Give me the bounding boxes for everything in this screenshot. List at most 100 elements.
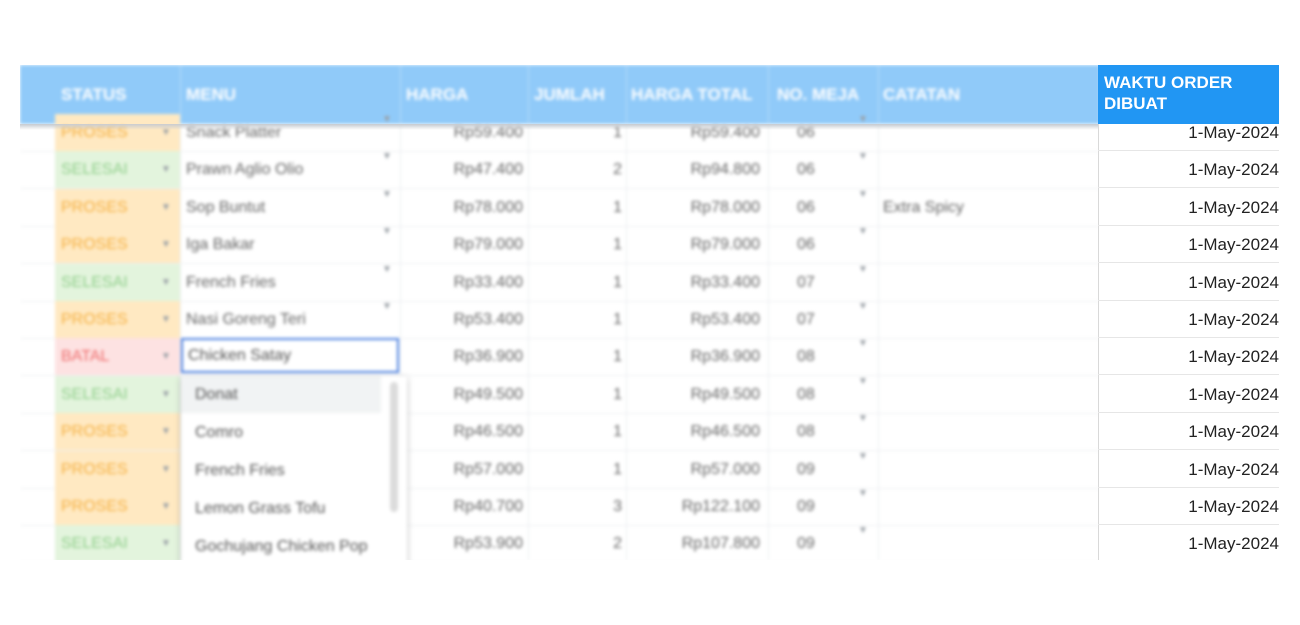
menu-cell[interactable]: Nasi Goreng Teri: [186, 301, 386, 338]
harga-cell[interactable]: Rp47.400: [406, 151, 523, 188]
harga-cell[interactable]: Rp46.500: [406, 413, 523, 450]
catatan-cell[interactable]: [883, 226, 1093, 263]
menu-cell[interactable]: Iga Bakar: [186, 226, 386, 263]
chevron-down-icon[interactable]: ▼: [161, 226, 171, 263]
jumlah-cell[interactable]: 1: [534, 189, 622, 226]
chevron-down-icon[interactable]: ▼: [161, 338, 171, 375]
catatan-cell[interactable]: [883, 151, 1093, 188]
chevron-down-icon[interactable]: ▼: [858, 338, 868, 349]
no-meja-cell[interactable]: 08: [797, 376, 857, 413]
status-dropdown[interactable]: PROSES ▼: [55, 188, 180, 226]
catatan-cell[interactable]: [883, 301, 1093, 338]
status-dropdown[interactable]: PROSES ▼: [55, 301, 180, 338]
status-dropdown[interactable]: PROSES ▼: [55, 114, 180, 151]
chevron-down-icon[interactable]: ▼: [382, 301, 392, 312]
no-meja-cell[interactable]: 08: [797, 338, 857, 375]
catatan-cell[interactable]: [883, 338, 1093, 375]
jumlah-cell[interactable]: 1: [534, 413, 622, 450]
chevron-down-icon[interactable]: ▼: [161, 376, 171, 413]
chevron-down-icon[interactable]: ▼: [161, 114, 171, 151]
no-meja-cell[interactable]: 09: [797, 488, 857, 525]
waktu-order-cell[interactable]: 1-May-2024: [1098, 151, 1279, 189]
harga-total-cell[interactable]: Rp49.500: [631, 376, 760, 413]
harga-cell[interactable]: Rp49.500: [406, 376, 523, 413]
no-meja-cell[interactable]: 06: [797, 151, 857, 188]
jumlah-cell[interactable]: 1: [534, 376, 622, 413]
no-meja-cell[interactable]: 06: [797, 189, 857, 226]
harga-total-cell[interactable]: Rp36.900: [631, 338, 760, 375]
harga-total-cell[interactable]: Rp107.800: [631, 525, 760, 560]
chevron-down-icon[interactable]: ▼: [858, 264, 868, 275]
catatan-cell[interactable]: [883, 376, 1093, 413]
harga-cell[interactable]: Rp36.900: [406, 338, 523, 375]
chevron-down-icon[interactable]: ▼: [382, 151, 392, 162]
chevron-down-icon[interactable]: ▼: [161, 525, 171, 560]
status-dropdown[interactable]: PROSES ▼: [55, 226, 180, 264]
chevron-down-icon[interactable]: ▼: [858, 301, 868, 312]
jumlah-cell[interactable]: 1: [534, 338, 622, 375]
chevron-down-icon[interactable]: ▼: [161, 264, 171, 301]
status-dropdown[interactable]: PROSES ▼: [55, 413, 180, 451]
status-dropdown[interactable]: BATAL ▼: [55, 338, 180, 376]
chevron-down-icon[interactable]: ▼: [858, 151, 868, 162]
waktu-order-cell[interactable]: 1-May-2024: [1098, 226, 1279, 264]
no-meja-cell[interactable]: 07: [797, 301, 857, 338]
catatan-cell[interactable]: [883, 114, 1093, 151]
dropdown-option[interactable]: Lemon Grass Tofu: [181, 490, 381, 527]
harga-total-cell[interactable]: Rp122.100: [631, 488, 760, 525]
jumlah-cell[interactable]: 2: [534, 151, 622, 188]
waktu-order-cell[interactable]: 1-May-2024: [1098, 264, 1279, 301]
chevron-down-icon[interactable]: ▼: [382, 226, 392, 237]
chevron-down-icon[interactable]: ▼: [161, 151, 171, 188]
dropdown-option[interactable]: Gochujang Chicken Pop: [181, 528, 381, 560]
jumlah-cell[interactable]: 2: [534, 525, 622, 560]
chevron-down-icon[interactable]: ▼: [858, 451, 868, 462]
chevron-down-icon[interactable]: ▼: [858, 488, 868, 499]
catatan-cell[interactable]: [883, 525, 1093, 560]
waktu-order-cell[interactable]: 1-May-2024: [1098, 413, 1279, 451]
jumlah-cell[interactable]: 1: [534, 226, 622, 263]
menu-cell[interactable]: Sop Buntut: [186, 189, 386, 226]
status-dropdown[interactable]: SELESAI ▼: [55, 263, 180, 301]
jumlah-cell[interactable]: 1: [534, 264, 622, 301]
waktu-order-cell[interactable]: 1-May-2024: [1098, 189, 1279, 226]
jumlah-cell[interactable]: 1: [534, 114, 622, 151]
harga-cell[interactable]: Rp57.000: [406, 451, 523, 488]
chevron-down-icon[interactable]: ▼: [858, 189, 868, 200]
jumlah-cell[interactable]: 1: [534, 451, 622, 488]
harga-total-cell[interactable]: Rp78.000: [631, 189, 760, 226]
status-dropdown[interactable]: PROSES ▼: [55, 488, 180, 525]
jumlah-cell[interactable]: 1: [534, 301, 622, 338]
dropdown-scrollbar[interactable]: [390, 382, 398, 512]
chevron-down-icon[interactable]: ▼: [161, 488, 171, 525]
dropdown-option[interactable]: Comro: [181, 414, 381, 451]
status-dropdown[interactable]: PROSES ▼: [55, 450, 180, 488]
chevron-down-icon[interactable]: ▼: [858, 376, 868, 387]
harga-total-cell[interactable]: Rp94.800: [631, 151, 760, 188]
status-dropdown[interactable]: SELESAI ▼: [55, 151, 180, 189]
dropdown-option[interactable]: Donat: [181, 376, 381, 413]
waktu-order-cell[interactable]: 1-May-2024: [1098, 338, 1279, 376]
harga-cell[interactable]: Rp79.000: [406, 226, 523, 263]
harga-cell[interactable]: Rp59.400: [406, 114, 523, 151]
harga-total-cell[interactable]: Rp53.400: [631, 301, 760, 338]
no-meja-cell[interactable]: 09: [797, 451, 857, 488]
waktu-order-cell[interactable]: 1-May-2024: [1098, 301, 1279, 338]
menu-cell[interactable]: Snack Platter: [186, 114, 386, 151]
chevron-down-icon[interactable]: ▼: [858, 413, 868, 424]
no-meja-cell[interactable]: 09: [797, 525, 857, 560]
catatan-cell[interactable]: Extra Spicy: [883, 189, 1093, 226]
harga-total-cell[interactable]: Rp33.400: [631, 264, 760, 301]
menu-cell[interactable]: French Fries: [186, 264, 386, 301]
harga-total-cell[interactable]: Rp57.000: [631, 451, 760, 488]
waktu-order-cell[interactable]: 1-May-2024: [1098, 451, 1279, 488]
waktu-order-cell[interactable]: 1-May-2024: [1098, 488, 1279, 525]
chevron-down-icon[interactable]: ▼: [858, 226, 868, 237]
harga-cell[interactable]: Rp33.400: [406, 264, 523, 301]
menu-edit-input[interactable]: Chicken Satay: [181, 338, 399, 373]
jumlah-cell[interactable]: 3: [534, 488, 622, 525]
harga-cell[interactable]: Rp53.400: [406, 301, 523, 338]
waktu-order-cell[interactable]: 1-May-2024: [1098, 525, 1279, 560]
chevron-down-icon[interactable]: ▼: [382, 189, 392, 200]
no-meja-cell[interactable]: 08: [797, 413, 857, 450]
